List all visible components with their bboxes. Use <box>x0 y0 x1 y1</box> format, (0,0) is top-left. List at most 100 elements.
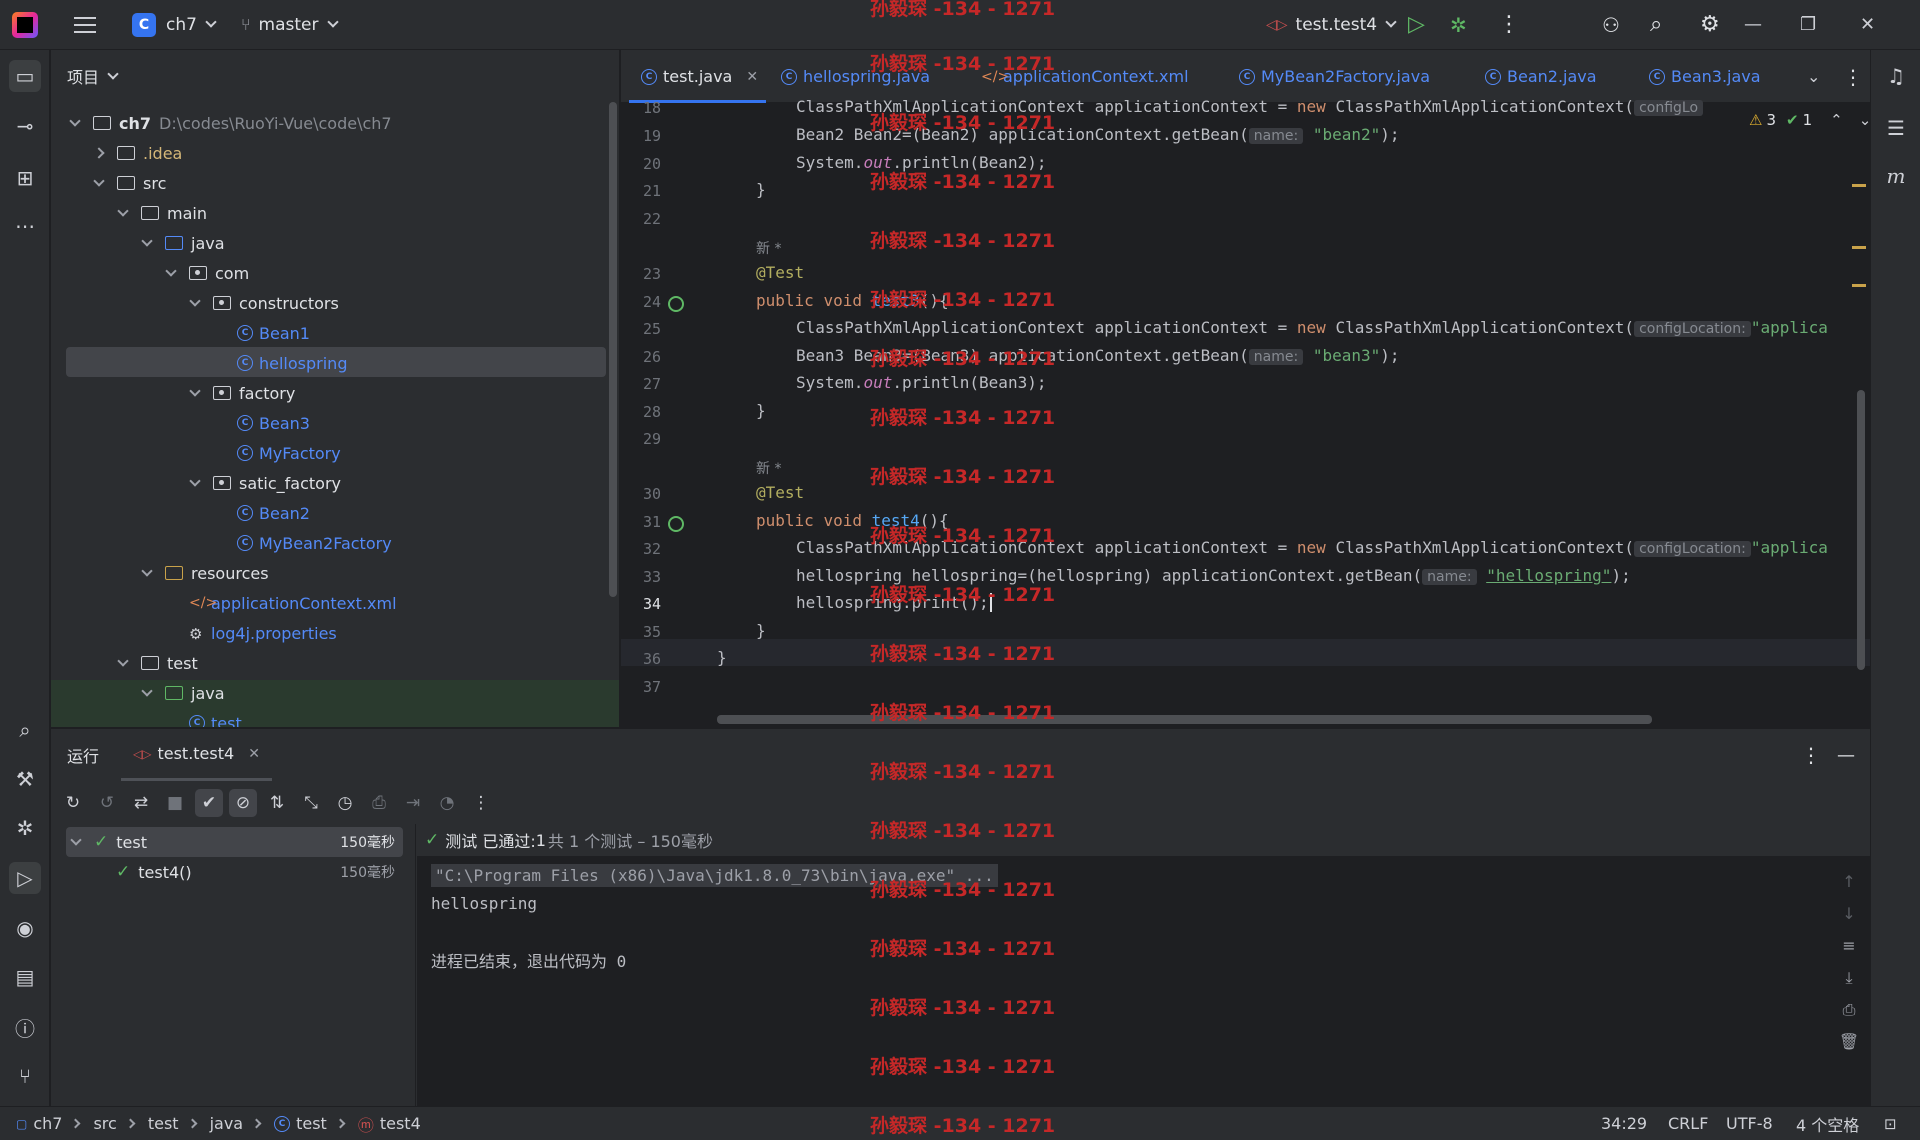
tree-item-idea[interactable]: .idea <box>93 138 182 168</box>
warning-stripe[interactable] <box>1852 246 1866 249</box>
code-line[interactable]: Bean2 Bean2=(Bean2) applicationContext.g… <box>796 125 1400 144</box>
branch-switcher[interactable]: ⑂ master <box>241 0 339 50</box>
code-line[interactable]: public void test4(){ <box>756 511 949 530</box>
collapse-all-icon[interactable]: ⤡ <box>297 789 325 817</box>
code-line[interactable]: hellospring hellospring=(hellospring) ap… <box>796 566 1631 585</box>
tab-bean3-java[interactable]: C Bean3.java <box>1649 50 1761 103</box>
breadcrumb-item[interactable]: test <box>296 1114 327 1133</box>
import-icon[interactable]: ⇥ <box>399 789 427 817</box>
close-window-button[interactable]: ✕ <box>1860 0 1920 50</box>
show-ignored-icon[interactable]: ⊘ <box>229 789 257 817</box>
run-icon[interactable]: ▷ <box>1408 0 1425 50</box>
prev-highlight-icon[interactable]: ⌃ <box>1830 111 1843 129</box>
tab-mybean2factory-java[interactable]: C MyBean2Factory.java <box>1239 50 1430 103</box>
build-hammer-icon[interactable]: ⚒ <box>9 763 41 795</box>
next-highlight-icon[interactable]: ⌄ <box>1859 111 1870 129</box>
soft-wrap-icon[interactable]: ≡ <box>1837 936 1861 955</box>
run-panel-more-icon[interactable]: ⋮ <box>1801 743 1821 767</box>
tree-item-constructors[interactable]: constructors <box>189 288 339 318</box>
indent-setting[interactable]: 4 个空格 <box>1796 1112 1859 1136</box>
code-line[interactable]: } <box>756 401 766 420</box>
tree-item-bean3[interactable]: C Bean3 <box>237 408 310 438</box>
code-line[interactable]: @Test <box>756 263 804 282</box>
tree-item-applicationcontext-xml[interactable]: </> applicationContext.xml <box>189 588 397 618</box>
breadcrumb-item[interactable]: test <box>148 1114 179 1133</box>
more-tools-icon[interactable]: ⋯ <box>9 210 41 242</box>
tree-item-com[interactable]: com <box>165 258 249 288</box>
close-tab-icon[interactable]: ✕ <box>248 746 260 762</box>
close-tab-icon[interactable]: ✕ <box>746 69 758 85</box>
console-command-line[interactable]: "C:\Program Files (x86)\Java\jdk1.8.0_73… <box>431 864 998 887</box>
coverage-icon[interactable]: ◔ <box>433 789 461 817</box>
run-tab-test4[interactable]: ◁▷ test.test4 ✕ <box>121 729 272 781</box>
tree-item-satic-factory[interactable]: satic_factory <box>189 468 341 498</box>
scroll-to-end-icon[interactable]: ⤓ <box>1837 968 1861 988</box>
tree-item-ch7[interactable]: ch7 D:\codes\RuoYi-Vue\code\ch7 <box>69 108 392 138</box>
test-history-icon[interactable]: ◷ <box>331 789 359 817</box>
breadcrumb-item[interactable]: ch7 <box>33 1114 62 1133</box>
export-icon[interactable]: ⎙ <box>365 789 393 817</box>
hide-panel-icon[interactable]: — <box>1837 745 1855 766</box>
tree-item-java[interactable]: java <box>141 228 225 258</box>
code-line[interactable]: ClassPathXmlApplicationContext applicati… <box>796 318 1828 337</box>
breadcrumb-item[interactable]: java <box>210 1114 244 1133</box>
scroll-down-icon[interactable]: ↓ <box>1837 904 1861 923</box>
debug-icon[interactable]: ✲ <box>1450 0 1467 50</box>
toolbar-more-icon[interactable]: ⋮ <box>467 789 495 817</box>
code-line[interactable]: ClassPathXmlApplicationContext applicati… <box>796 97 1704 116</box>
project-folder-icon[interactable]: ▭ <box>9 60 41 92</box>
code-line-current[interactable]: hellospring.print(); <box>796 593 992 612</box>
more-actions-icon[interactable]: ⋮ <box>1498 0 1520 50</box>
code-line[interactable]: System.out.println(Bean2); <box>796 153 1046 172</box>
toggle-auto-test-icon[interactable]: ⇄ <box>127 789 155 817</box>
warning-stripe[interactable] <box>1852 184 1866 187</box>
run-config-selector[interactable]: ◁▷ test.test4 <box>1266 0 1397 50</box>
tab-test-java[interactable]: C test.java ✕ <box>628 50 767 103</box>
read-only-lock-icon[interactable]: ⊡ <box>1884 1115 1897 1133</box>
code-line[interactable]: public void test3(){ <box>756 291 949 310</box>
run-tool-icon[interactable]: ▷ <box>9 862 41 894</box>
code-line[interactable]: @Test <box>756 483 804 502</box>
services-icon[interactable]: ◉ <box>9 912 41 944</box>
show-passed-icon[interactable]: ✔ <box>195 789 223 817</box>
sort-icon[interactable]: ⇅ <box>263 789 291 817</box>
code-line[interactable]: } <box>756 180 766 199</box>
console-output[interactable]: ✓ 测试 已通过: 1 共 1 个测试 – 150毫秒 "C:\Program … <box>417 824 1870 1107</box>
find-icon[interactable]: ⌕ <box>9 714 41 746</box>
scroll-up-icon[interactable]: ↑ <box>1837 872 1861 891</box>
tree-item-factory[interactable]: factory <box>189 378 295 408</box>
project-panel-header[interactable]: 项目 <box>51 50 619 102</box>
breadcrumb-item[interactable]: src <box>93 1114 116 1133</box>
commit-icon[interactable]: ⊸ <box>9 110 41 142</box>
tab-applicationcontext-xml[interactable]: </> applicationContext.xml <box>981 50 1189 103</box>
test-case-row[interactable]: ✓ test4() 150毫秒 <box>66 857 403 887</box>
main-menu-icon[interactable] <box>74 16 96 33</box>
run-test-gutter-icon[interactable] <box>668 296 684 312</box>
search-icon[interactable]: ⌕ <box>1650 0 1662 50</box>
tree-item-bean1[interactable]: C Bean1 <box>237 318 310 348</box>
tab-bean2-java[interactable]: C Bean2.java <box>1485 50 1597 103</box>
settings-gear-icon[interactable]: ⚙ <box>1700 0 1720 50</box>
tree-item-test-class[interactable]: C test <box>189 708 242 727</box>
warning-stripe[interactable] <box>1852 284 1866 287</box>
tree-item-hellospring[interactable]: C hellospring <box>237 348 347 378</box>
inspections-widget[interactable]: ⚠ 3 ✔ 1 ⌃ ⌄ <box>1743 108 1870 132</box>
rerun-icon[interactable]: ↻ <box>59 789 87 817</box>
tab-hellospring-java[interactable]: C hellospring.java <box>781 50 930 103</box>
minimize-button[interactable]: — <box>1744 0 1804 50</box>
code-line[interactable]: Bean3 Bean3=(Bean3) applicationContext.g… <box>796 346 1400 365</box>
tree-item-mybean2factory[interactable]: C MyBean2Factory <box>237 528 392 558</box>
run-test-gutter-icon[interactable] <box>668 516 684 532</box>
file-encoding[interactable]: UTF-8 <box>1726 1114 1773 1133</box>
caret-position[interactable]: 34:29 <box>1601 1114 1647 1133</box>
rerun-failed-icon[interactable]: ↺ <box>93 789 121 817</box>
code-line[interactable]: } <box>717 648 727 667</box>
line-separator[interactable]: CRLF <box>1668 1114 1708 1133</box>
tabs-overflow-icon[interactable]: ⌄ <box>1807 50 1820 103</box>
test-suite-row[interactable]: ✓ test 150毫秒 <box>66 827 403 857</box>
print-icon[interactable]: ⎙ <box>1837 1000 1861 1020</box>
stop-icon[interactable]: ■ <box>161 789 189 817</box>
editor-horizontal-scrollbar[interactable] <box>717 715 1652 724</box>
tree-item-test-java[interactable]: java <box>141 678 225 708</box>
problems-icon[interactable]: ⓘ <box>9 1011 41 1043</box>
